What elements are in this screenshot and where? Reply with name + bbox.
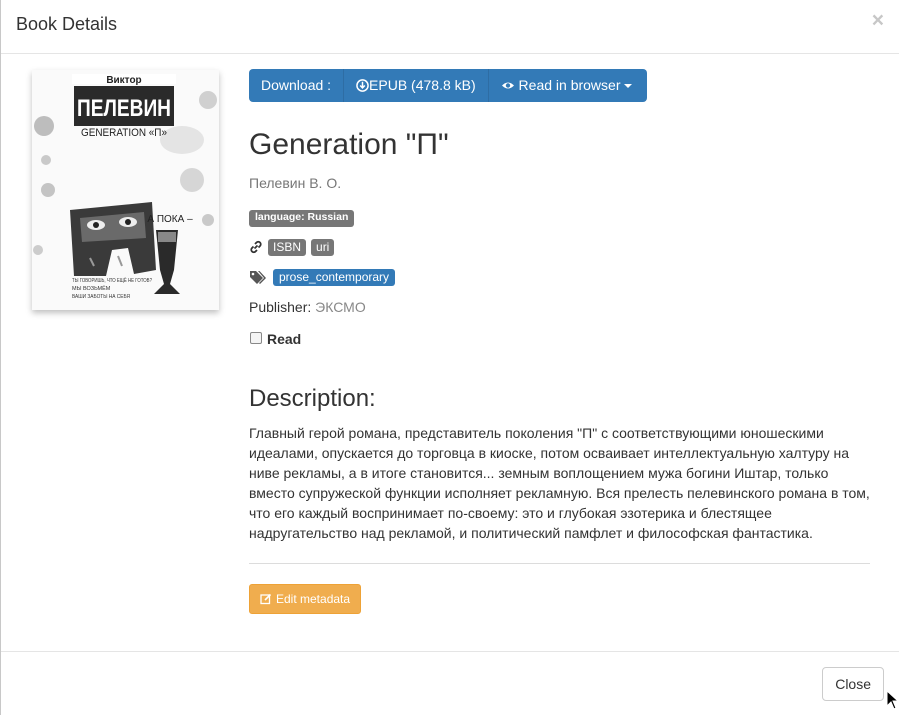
close-icon[interactable]: × <box>872 10 884 31</box>
svg-text:МЫ ВОЗЬМЁМ: МЫ ВОЗЬМЁМ <box>72 285 111 292</box>
read-checkbox[interactable] <box>250 331 262 344</box>
edit-metadata-button[interactable]: Edit metadata <box>249 583 362 614</box>
download-epub-button[interactable]: EPUB (478.8 kB) <box>343 69 488 102</box>
publisher-name[interactable]: ЭКСМО <box>315 299 366 315</box>
publisher-label: Publisher: <box>249 298 312 315</box>
download-icon <box>356 79 369 92</box>
svg-text:ВАШИ ЗАБОТЫ НА СЕБЯ: ВАШИ ЗАБОТЫ НА СЕБЯ <box>72 294 130 300</box>
edit-metadata-label: Edit metadata <box>276 591 351 606</box>
eye-icon <box>501 82 514 89</box>
book-author: Пелевин В. О. <box>249 175 342 191</box>
divider <box>249 562 870 564</box>
identifier-uri-badge[interactable]: uri <box>311 238 335 256</box>
mouse-cursor-icon <box>886 690 898 710</box>
edit-icon <box>260 593 272 604</box>
read-checkbox-label[interactable]: Read <box>267 331 301 347</box>
cover-a-poka: А ПОКА – <box>147 214 193 225</box>
read-in-browser-label: Read in browser <box>518 77 621 93</box>
modal-header: Book Details × <box>1 0 899 54</box>
download-label: Download : <box>261 77 332 93</box>
language-badge: language: Russian <box>249 210 355 227</box>
download-epub-label: EPUB (478.8 kB) <box>369 77 476 93</box>
cover-subtitle: GENERATION «П» <box>81 127 167 139</box>
publisher-row: Publisher: ЭКСМО <box>249 299 870 315</box>
download-button-group: Download : EPUB (478.8 kB) Read in brows… <box>249 69 647 102</box>
modal-footer: Close <box>1 651 899 715</box>
description-text: Главный герой романа, представитель поко… <box>249 424 870 541</box>
book-details-modal: Book Details × Виктор ПЕЛЕВИН GENERATION… <box>0 0 899 715</box>
book-title: Generation "П" <box>249 128 449 161</box>
close-button[interactable]: Close <box>822 667 884 701</box>
tags-row: prose_contemporary <box>249 268 870 286</box>
tag-badge[interactable]: prose_contemporary <box>273 268 396 286</box>
tags-icon <box>250 271 266 285</box>
identifiers-row: ISBN uri <box>249 238 870 256</box>
modal-title: Book Details <box>16 14 118 34</box>
link-icon <box>250 241 262 254</box>
read-in-browser-dropdown[interactable]: Read in browser <box>487 69 645 102</box>
book-cover-image: Виктор ПЕЛЕВИН GENERATION «П» А ПОКА – Т… <box>32 70 219 310</box>
cover-author-small: Виктор <box>106 75 141 86</box>
chevron-down-icon <box>624 84 633 89</box>
svg-text:ТЫ ГОВОРИШЬ, ЧТО ЕЩЁ НЕ ГОТОВ?: ТЫ ГОВОРИШЬ, ЧТО ЕЩЁ НЕ ГОТОВ? <box>72 277 152 284</box>
description-heading: Description: <box>249 384 376 412</box>
cover-author-big: ПЕЛЕВИН <box>77 95 171 122</box>
identifier-isbn-badge[interactable]: ISBN <box>268 238 307 256</box>
book-info: Download : EPUB (478.8 kB) Read in brows… <box>249 69 870 614</box>
read-checkbox-row: Read <box>249 329 870 347</box>
